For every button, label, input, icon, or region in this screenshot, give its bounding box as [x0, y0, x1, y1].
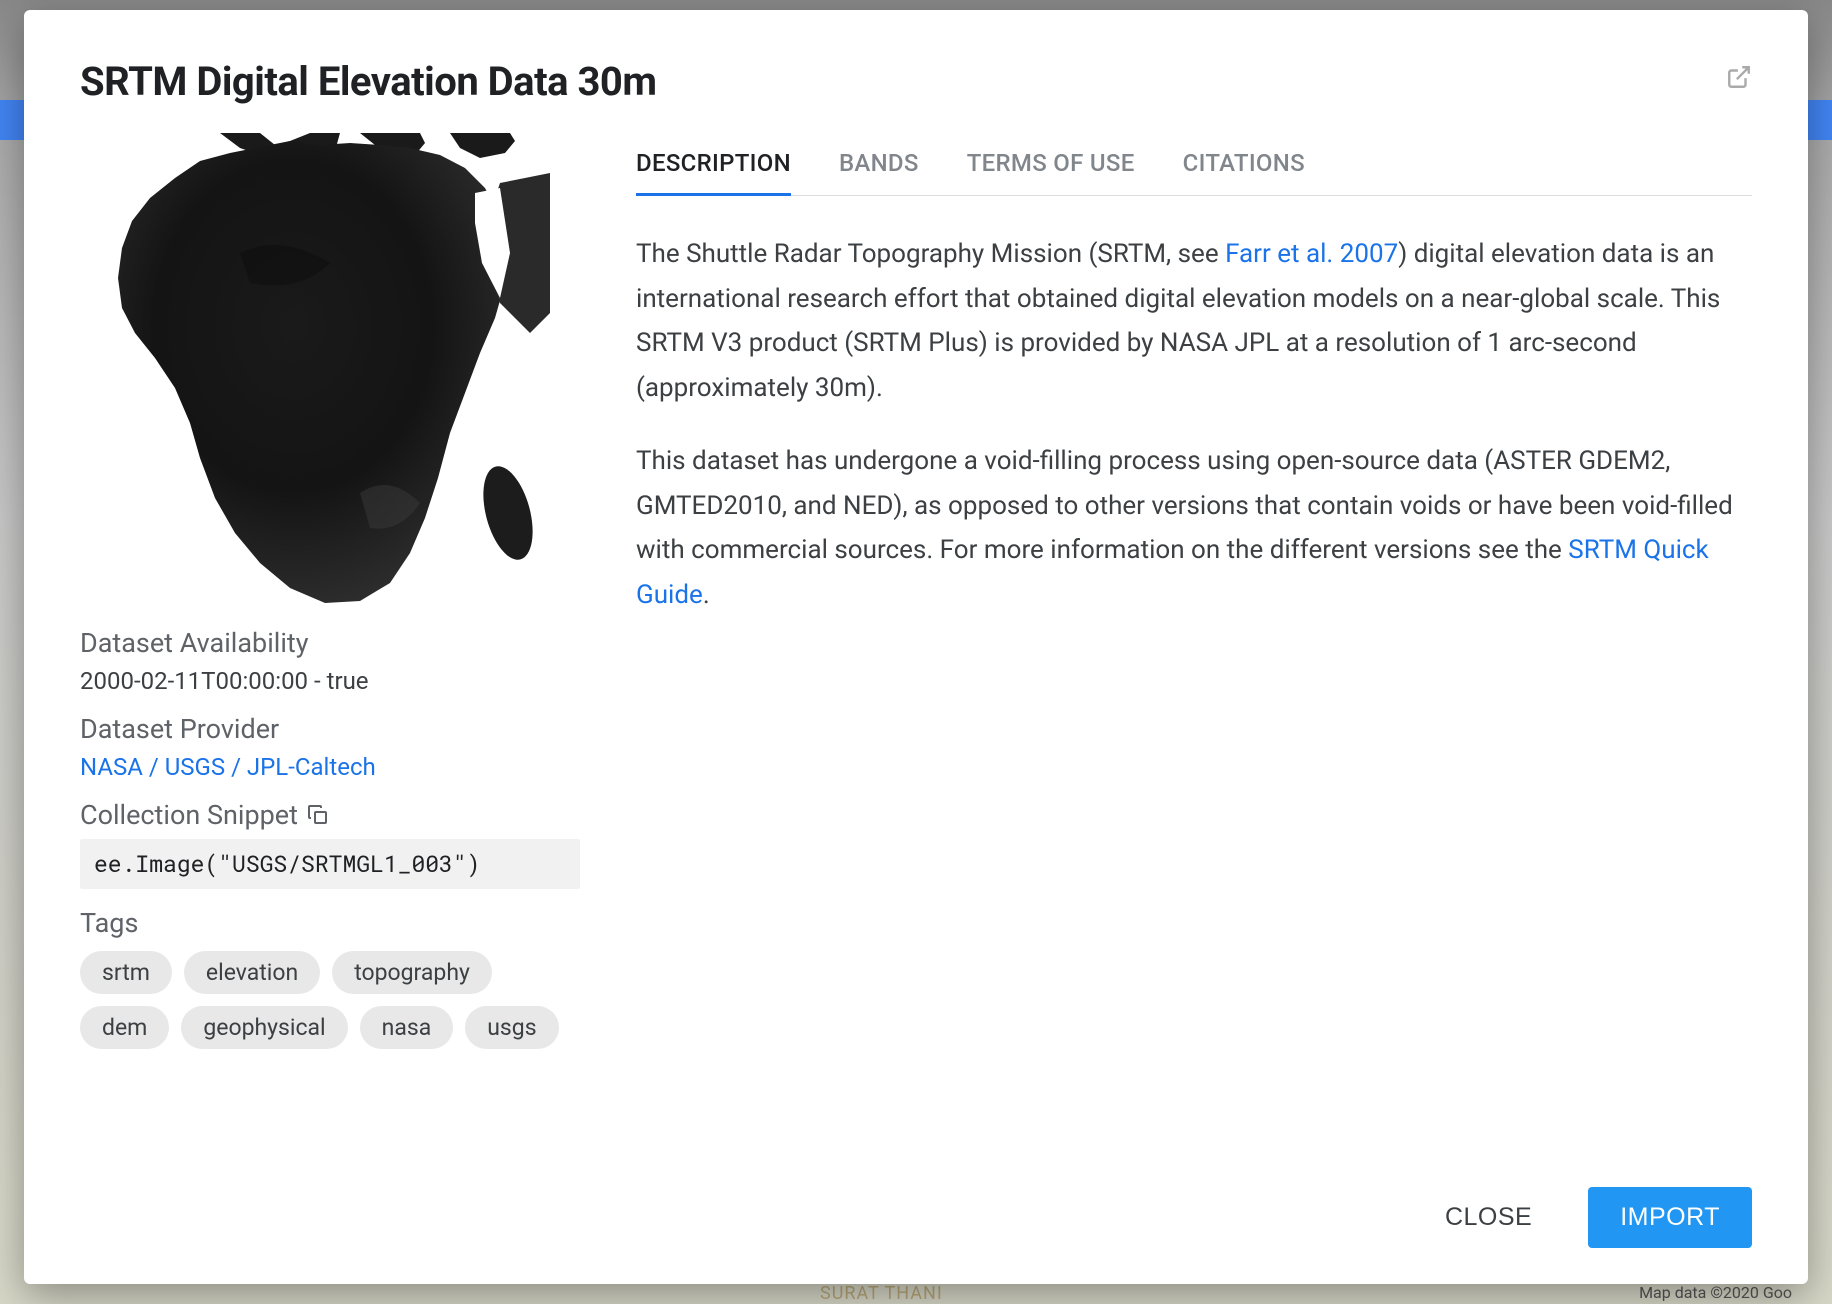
tag-chip[interactable]: elevation	[184, 951, 320, 994]
tab-bands[interactable]: BANDS	[839, 133, 919, 196]
tag-chip[interactable]: dem	[80, 1006, 169, 1049]
tab-terms[interactable]: TERMS OF USE	[967, 133, 1135, 196]
tab-citations[interactable]: CITATIONS	[1183, 133, 1305, 196]
tab-bar: DESCRIPTION BANDS TERMS OF USE CITATIONS	[636, 133, 1752, 196]
tag-chip[interactable]: usgs	[465, 1006, 558, 1049]
availability-label: Dataset Availability	[80, 627, 580, 659]
desc-text: .	[703, 580, 710, 610]
modal-body: Dataset Availability 2000-02-11T00:00:00…	[80, 133, 1752, 1163]
snippet-label-text: Collection Snippet	[80, 799, 298, 831]
tab-description[interactable]: DESCRIPTION	[636, 133, 791, 196]
tags-label: Tags	[80, 907, 580, 939]
bg-map-label: SURAT THANI	[820, 1283, 943, 1304]
snippet-label: Collection Snippet	[80, 799, 580, 831]
availability-value: 2000-02-11T00:00:00 - true	[80, 667, 580, 695]
external-link-icon[interactable]	[1726, 64, 1752, 94]
dataset-content: DESCRIPTION BANDS TERMS OF USE CITATIONS…	[636, 133, 1752, 1163]
snippet-code[interactable]: ee.Image("USGS/SRTMGL1_003")	[80, 839, 580, 889]
provider-label: Dataset Provider	[80, 713, 580, 745]
description-paragraph: The Shuttle Radar Topography Mission (SR…	[636, 232, 1752, 411]
provider-section: Dataset Provider NASA / USGS / JPL-Calte…	[80, 713, 580, 781]
tag-chip[interactable]: srtm	[80, 951, 172, 994]
tag-chip[interactable]: topography	[332, 951, 492, 994]
tags-section: Tags srtm elevation topography dem geoph…	[80, 907, 580, 1049]
provider-link[interactable]: NASA / USGS / JPL-Caltech	[80, 753, 376, 781]
dataset-modal: SRTM Digital Elevation Data 30m	[24, 10, 1808, 1284]
close-button[interactable]: CLOSE	[1413, 1187, 1564, 1248]
import-button[interactable]: IMPORT	[1588, 1187, 1752, 1248]
tag-chip[interactable]: nasa	[360, 1006, 454, 1049]
bg-map-credit: Map data ©2020 Goo	[1639, 1283, 1792, 1302]
description-body: The Shuttle Radar Topography Mission (SR…	[636, 232, 1752, 646]
farr-link[interactable]: Farr et al. 2007	[1225, 239, 1398, 269]
modal-title: SRTM Digital Elevation Data 30m	[80, 58, 657, 105]
dataset-thumbnail	[80, 133, 550, 611]
modal-footer: CLOSE IMPORT	[80, 1187, 1752, 1248]
desc-text: The Shuttle Radar Topography Mission (SR…	[636, 239, 1225, 269]
availability-section: Dataset Availability 2000-02-11T00:00:00…	[80, 627, 580, 695]
copy-icon[interactable]	[306, 803, 330, 827]
modal-header: SRTM Digital Elevation Data 30m	[80, 58, 1752, 105]
tags-list: srtm elevation topography dem geophysica…	[80, 951, 580, 1049]
tag-chip[interactable]: geophysical	[181, 1006, 347, 1049]
snippet-section: Collection Snippet ee.Image("USGS/SRTMGL…	[80, 799, 580, 889]
description-paragraph: This dataset has undergone a void-fillin…	[636, 439, 1752, 618]
dataset-sidebar: Dataset Availability 2000-02-11T00:00:00…	[80, 133, 580, 1163]
